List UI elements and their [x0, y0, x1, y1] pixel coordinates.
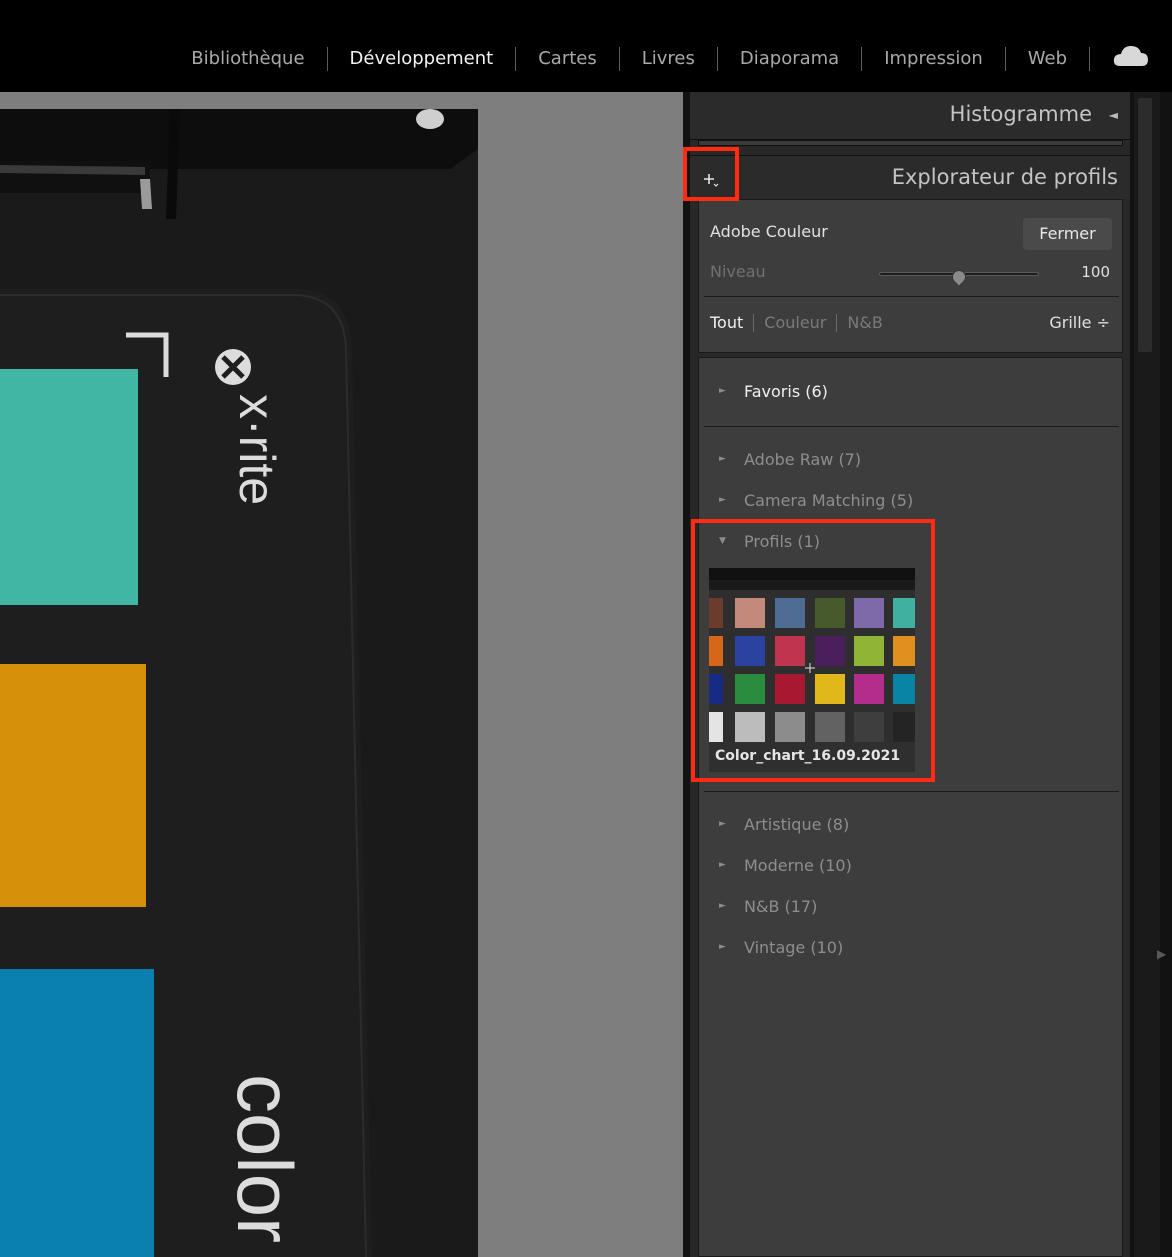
- module-picker: Bibliothèque Développement Cartes Livres…: [169, 44, 1090, 74]
- profile-filter-tabs: Tout Couleur N&B: [710, 313, 891, 332]
- group-modern[interactable]: ► Moderne (10): [699, 852, 1124, 882]
- highlight-box-custom-profile: [691, 519, 935, 782]
- group-label: N&B (17): [744, 897, 818, 916]
- group-vintage[interactable]: ► Vintage (10): [699, 934, 1124, 964]
- triangle-right-icon[interactable]: ▶: [1157, 947, 1166, 961]
- filter-separator: [753, 313, 755, 332]
- histogram-header[interactable]: Histogramme ◄: [690, 92, 1130, 140]
- profile-browser-header: Explorateur de profils: [690, 155, 1130, 199]
- view-mode-select[interactable]: Grille ÷: [1049, 313, 1110, 332]
- triangle-right-icon[interactable]: ►: [719, 860, 726, 870]
- current-profile-name: Adobe Couleur: [710, 222, 828, 241]
- filter-all[interactable]: Tout: [710, 313, 751, 332]
- group-artistic[interactable]: ► Artistique (8): [699, 811, 1124, 841]
- photo-brand-text: x·rite: [229, 394, 285, 505]
- module-library[interactable]: Bibliothèque: [169, 44, 326, 74]
- group-camera-matching[interactable]: ► Camera Matching (5): [699, 487, 1124, 517]
- profile-groups-list: ► Favoris (6) ► Adobe Raw (7) ► Camera M…: [698, 357, 1123, 1257]
- divider: [704, 426, 1119, 427]
- group-label: Artistique (8): [744, 815, 850, 834]
- amount-slider-thumb[interactable]: [949, 267, 969, 287]
- filter-color[interactable]: Couleur: [756, 313, 834, 332]
- amount-value[interactable]: 100: [1081, 263, 1110, 281]
- triangle-right-icon[interactable]: ►: [719, 901, 726, 911]
- group-adobe-raw[interactable]: ► Adobe Raw (7): [699, 446, 1124, 476]
- group-label: Vintage (10): [744, 938, 844, 957]
- triangle-left-icon[interactable]: ◄: [1109, 108, 1118, 122]
- group-bw[interactable]: ► N&B (17): [699, 893, 1124, 923]
- filter-separator: [836, 313, 838, 332]
- module-maps[interactable]: Cartes: [516, 44, 619, 74]
- color-checker-photo: x·rite color: [0, 109, 478, 1257]
- filter-bw[interactable]: N&B: [839, 313, 890, 332]
- module-bar: Bibliothèque Développement Cartes Livres…: [0, 0, 1172, 92]
- module-slideshow[interactable]: Diaporama: [718, 44, 861, 74]
- histogram-body: [698, 140, 1123, 146]
- group-label: Adobe Raw (7): [744, 450, 862, 469]
- divider: [704, 791, 1119, 792]
- module-develop[interactable]: Développement: [328, 44, 516, 74]
- module-print[interactable]: Impression: [862, 44, 1005, 74]
- highlight-box-add-profile: [683, 147, 739, 201]
- panel-scrollbar-thumb[interactable]: [1138, 98, 1152, 352]
- triangle-right-icon[interactable]: ►: [719, 819, 726, 829]
- triangle-right-icon[interactable]: ►: [719, 454, 726, 464]
- photo-image: x·rite color: [0, 109, 478, 1257]
- module-books[interactable]: Livres: [620, 44, 717, 74]
- triangle-right-icon[interactable]: ►: [719, 942, 726, 952]
- cloud-icon[interactable]: [1112, 42, 1150, 70]
- divider: [704, 296, 1119, 297]
- group-label: Camera Matching (5): [744, 491, 914, 510]
- profile-settings: Adobe Couleur Fermer Niveau 100 Tout Cou…: [698, 199, 1123, 353]
- triangle-right-icon[interactable]: ►: [719, 386, 726, 396]
- group-label: Moderne (10): [744, 856, 852, 875]
- group-label: Favoris (6): [744, 382, 828, 401]
- profile-browser-title: Explorateur de profils: [891, 165, 1118, 189]
- triangle-right-icon[interactable]: ►: [719, 495, 726, 505]
- histogram-title: Histogramme: [949, 102, 1092, 126]
- photo-canvas[interactable]: x·rite color: [0, 92, 683, 1257]
- module-web[interactable]: Web: [1006, 44, 1089, 74]
- module-separator: [1089, 47, 1090, 71]
- group-favorites[interactable]: ► Favoris (6): [699, 378, 1124, 408]
- amount-label: Niveau: [710, 262, 766, 281]
- photo-brand-text-bottom: color: [221, 1074, 309, 1243]
- close-button[interactable]: Fermer: [1023, 218, 1112, 250]
